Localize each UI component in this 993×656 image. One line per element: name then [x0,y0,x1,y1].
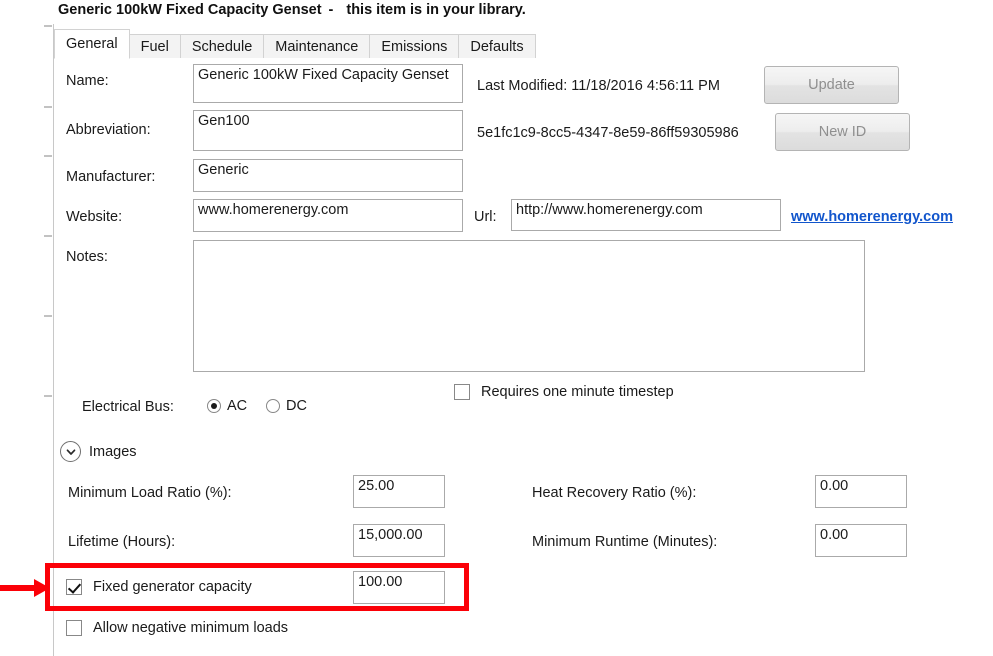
rail-tick [44,315,52,317]
fixed-capacity-checkbox-mark [66,579,82,595]
website-input-value: www.homerenergy.com [198,202,349,218]
tab-bar[interactable]: General Fuel Schedule Maintenance Emissi… [54,29,536,59]
tab-content-edge [54,58,993,59]
fixed-generator-capacity-value: 100.00 [358,574,403,590]
timestep-checkbox-mark [454,384,470,400]
minimum-load-ratio-value: 25.00 [358,478,395,494]
website-label: Website: [66,209,123,225]
heat-recovery-ratio-value: 0.00 [820,478,849,494]
page-title: Generic 100kW Fixed Capacity Genset - this… [58,2,526,18]
abbreviation-label: Abbreviation: [66,122,151,138]
name-input-value: Generic 100kW Fixed Capacity Genset [198,67,449,83]
radio-ac-mark [207,399,221,413]
lifetime-hours-value: 15,000.00 [358,527,423,543]
rail-tick [44,25,52,27]
tab-schedule[interactable]: Schedule [179,34,265,59]
rail-tick [44,106,52,108]
page-title-item-name: Generic 100kW Fixed Capacity Genset [58,2,322,18]
tab-fuel[interactable]: Fuel [128,34,181,59]
electrical-bus-label: Electrical Bus: [82,399,174,415]
notes-input[interactable] [193,240,865,372]
minimum-load-ratio-input[interactable]: 25.00 [353,475,445,508]
tab-emissions[interactable]: Emissions [369,34,460,59]
last-modified-text: Last Modified: 11/18/2016 4:56:11 PM [477,78,720,94]
tab-maintenance[interactable]: Maintenance [263,34,371,59]
name-label: Name: [66,73,109,89]
minimum-runtime-value: 0.00 [820,527,849,543]
fixed-capacity-checkbox-label: Fixed generator capacity [93,579,252,595]
timestep-checkbox-label: Requires one minute timestep [481,384,674,400]
rail-tick [44,235,52,237]
allow-negative-checkbox-label: Allow negative minimum loads [93,620,289,636]
notes-label: Notes: [66,249,108,265]
minimum-load-ratio-label: Minimum Load Ratio (%): [68,485,232,501]
heat-recovery-ratio-label: Heat Recovery Ratio (%): [532,485,697,501]
lifetime-hours-label: Lifetime (Hours): [68,534,176,550]
rail-tick [44,395,52,397]
checkbox-fixed-generator-capacity[interactable]: Fixed generator capacity [66,579,252,595]
fixed-generator-capacity-input[interactable]: 100.00 [353,571,445,604]
rail-tick [44,155,52,157]
radio-ac-label: AC [227,398,248,414]
website-input[interactable]: www.homerenergy.com [193,199,463,232]
manufacturer-input-value: Generic [198,162,249,178]
checkbox-allow-negative-minimum-loads[interactable]: Allow negative minimum loads [66,620,288,636]
tab-general[interactable]: General [54,29,130,59]
new-id-button[interactable]: New ID [775,113,910,151]
url-input-value: http://www.homerenergy.com [516,202,703,218]
heat-recovery-ratio-input[interactable]: 0.00 [815,475,907,508]
abbreviation-input[interactable]: Gen100 [193,110,463,151]
page-title-library-note: this item is in your library. [346,2,526,18]
minimum-runtime-label: Minimum Runtime (Minutes): [532,534,718,550]
guid-text: 5e1fc1c9-8cc5-4347-8e59-86ff59305986 [477,125,739,141]
manufacturer-input[interactable]: Generic [193,159,463,192]
images-section-label: Images [89,443,137,460]
annotation-arrow-icon [0,579,50,597]
manufacturer-label: Manufacturer: [66,169,156,185]
radio-electrical-bus-ac[interactable]: AC [207,398,247,414]
radio-electrical-bus-dc[interactable]: DC [266,398,307,414]
radio-dc-label: DC [286,398,307,414]
abbreviation-input-value: Gen100 [198,113,250,129]
url-label: Url: [474,209,497,225]
radio-dc-mark [266,399,280,413]
update-button[interactable]: Update [764,66,899,104]
chevron-down-icon [60,441,81,462]
website-hyperlink[interactable]: www.homerenergy.com [791,209,953,225]
checkbox-requires-one-minute-timestep[interactable]: Requires one minute timestep [454,384,674,400]
lifetime-hours-input[interactable]: 15,000.00 [353,524,445,557]
left-panel-divider [53,24,54,656]
name-input[interactable]: Generic 100kW Fixed Capacity Genset [193,64,463,103]
allow-negative-checkbox-mark [66,620,82,636]
url-input[interactable]: http://www.homerenergy.com [511,199,781,231]
images-section-expander[interactable]: Images [60,441,137,462]
page-title-separator: - [328,2,334,18]
minimum-runtime-input[interactable]: 0.00 [815,524,907,557]
tab-defaults[interactable]: Defaults [458,34,536,59]
